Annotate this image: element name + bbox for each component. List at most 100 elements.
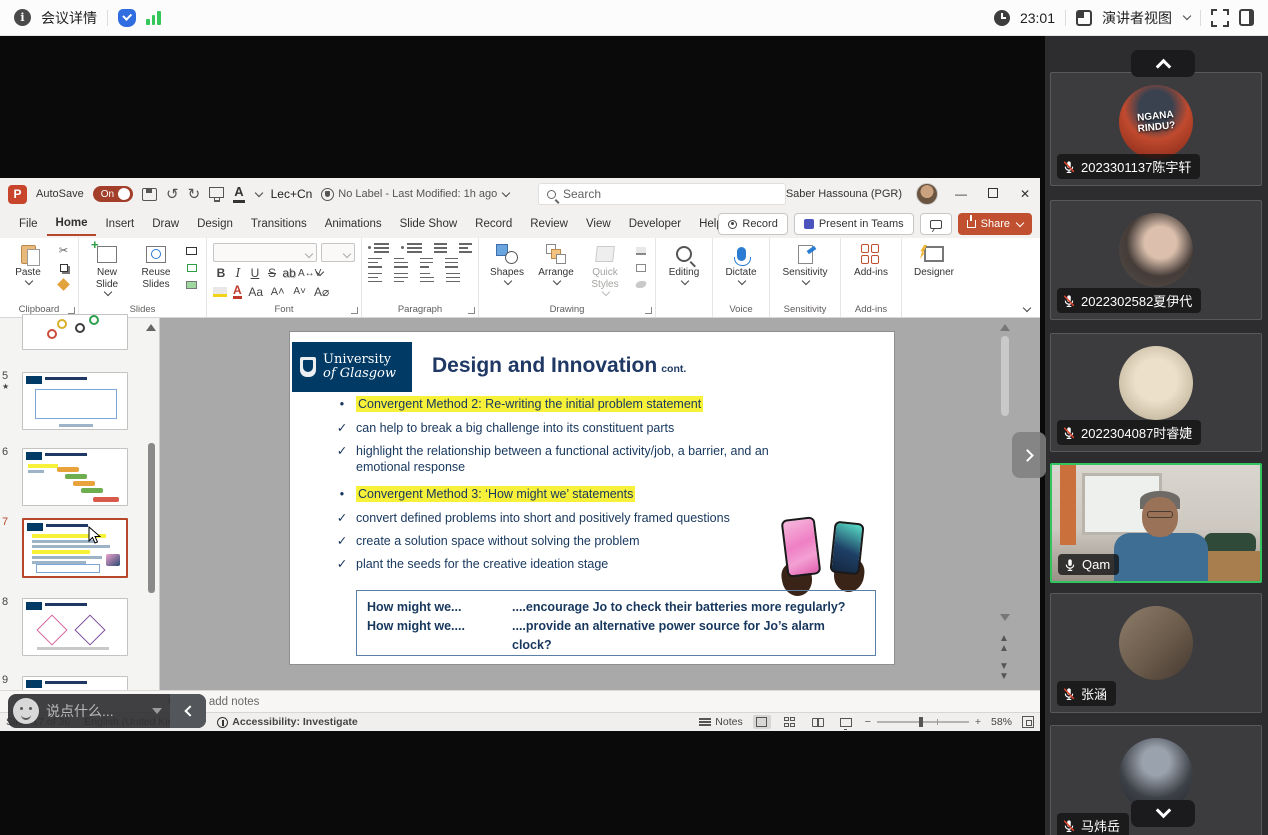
redo-icon[interactable]: ↻ xyxy=(188,187,201,202)
tab-animations[interactable]: Animations xyxy=(316,213,391,235)
qat-overflow-chevron-icon[interactable] xyxy=(254,188,262,196)
slide-sorter-view-button[interactable] xyxy=(781,715,799,729)
present-in-teams-button[interactable]: Present in Teams xyxy=(794,213,914,235)
sidebar-toggle-icon[interactable] xyxy=(1239,9,1254,26)
slide-thumbnail-partial[interactable] xyxy=(22,314,128,350)
paragraph-dialog-launcher[interactable] xyxy=(468,307,475,314)
arrange-button[interactable]: Arrange xyxy=(534,243,578,284)
font-dialog-launcher[interactable] xyxy=(351,307,358,314)
text-direction-button[interactable] xyxy=(420,258,433,268)
zoom-out-button[interactable]: − xyxy=(865,716,871,728)
undo-icon[interactable]: ↺ xyxy=(166,187,179,202)
participants-scroll-down-button[interactable] xyxy=(1131,800,1195,827)
tab-draw[interactable]: Draw xyxy=(143,213,188,235)
clipboard-dialog-launcher[interactable] xyxy=(68,307,75,314)
bullets-button[interactable] xyxy=(368,243,389,253)
text-shadow-button[interactable]: ab xyxy=(281,266,297,280)
slide-thumbnail-6[interactable] xyxy=(22,448,128,506)
font-name-select[interactable] xyxy=(213,243,317,262)
slide-layout-icon[interactable] xyxy=(183,243,200,258)
participant-tile[interactable]: 2022302582夏伊代 xyxy=(1050,200,1262,320)
participant-tile[interactable]: 张涵 xyxy=(1050,593,1262,713)
zoom-level[interactable]: 58% xyxy=(991,716,1012,728)
minimize-button[interactable]: — xyxy=(952,187,970,201)
tab-view[interactable]: View xyxy=(577,213,620,235)
dictate-button[interactable]: Dictate xyxy=(719,243,763,284)
quick-styles-button[interactable]: Quick Styles xyxy=(583,243,627,295)
format-painter-icon[interactable] xyxy=(55,277,72,292)
close-button[interactable]: ✕ xyxy=(1016,187,1034,201)
slide-thumbnail-5[interactable] xyxy=(22,372,128,430)
addins-button[interactable]: Add-ins xyxy=(847,243,895,279)
new-slide-button[interactable]: New Slide xyxy=(85,243,129,295)
drawing-dialog-launcher[interactable] xyxy=(645,307,652,314)
tab-developer[interactable]: Developer xyxy=(620,213,690,235)
network-signal-icon[interactable] xyxy=(146,11,161,25)
copy-icon[interactable] xyxy=(55,260,72,275)
change-case-button[interactable]: Aa xyxy=(248,285,264,299)
numbering-button[interactable] xyxy=(401,243,422,253)
align-left-button[interactable] xyxy=(368,273,382,283)
chat-dropdown-icon[interactable] xyxy=(152,708,162,714)
increase-indent-button[interactable] xyxy=(394,258,408,268)
tab-slideshow[interactable]: Slide Show xyxy=(391,213,467,235)
zoom-slider[interactable]: − + xyxy=(865,716,981,728)
panel-expand-button[interactable] xyxy=(1012,432,1046,478)
slide-scrollbar[interactable]: ▲▲ ▼▼ xyxy=(998,318,1012,690)
thumbnail-scroll-up-icon[interactable] xyxy=(146,322,156,331)
account-avatar[interactable] xyxy=(916,183,938,205)
tab-review[interactable]: Review xyxy=(521,213,577,235)
fit-slide-to-window-button[interactable] xyxy=(1022,716,1034,728)
tab-insert[interactable]: Insert xyxy=(96,213,143,235)
meeting-details-label[interactable]: 会议详情 xyxy=(41,8,97,28)
thumbnail-scrollbar[interactable] xyxy=(148,443,155,593)
slideshow-view-button[interactable] xyxy=(837,715,855,729)
designer-button[interactable]: Designer xyxy=(908,243,960,279)
tab-record[interactable]: Record xyxy=(466,213,521,235)
shape-fill-icon[interactable] xyxy=(632,243,649,258)
share-button[interactable]: Share xyxy=(958,213,1032,235)
chat-collapse-button[interactable] xyxy=(170,694,206,728)
shape-outline-icon[interactable] xyxy=(632,260,649,275)
maximize-button[interactable] xyxy=(984,187,1002,201)
normal-view-button[interactable] xyxy=(753,715,771,729)
tab-file[interactable]: File xyxy=(10,213,47,235)
sort-button[interactable] xyxy=(459,243,472,253)
decrease-indent-button[interactable] xyxy=(368,258,382,268)
character-spacing-button[interactable]: A↔V xyxy=(298,268,314,279)
reading-view-button[interactable] xyxy=(809,715,827,729)
next-slide-button[interactable]: ▼▼ xyxy=(999,662,1009,682)
columns-button[interactable] xyxy=(445,258,458,268)
strikethrough-button[interactable]: S xyxy=(264,266,280,280)
participant-tile[interactable]: NGANA RINDU? 2023301137陈宇轩 xyxy=(1050,72,1262,186)
align-center-button[interactable] xyxy=(394,273,408,283)
previous-slide-button[interactable]: ▲▲ xyxy=(999,634,1009,654)
collapse-ribbon-chevron-icon[interactable] xyxy=(1023,304,1031,312)
highlight-color-button[interactable] xyxy=(213,287,227,297)
save-icon[interactable] xyxy=(142,188,157,201)
italic-button[interactable]: I xyxy=(230,266,246,280)
tab-design[interactable]: Design xyxy=(188,213,242,235)
participant-tile-active-speaker[interactable]: Qam xyxy=(1050,463,1262,583)
clear-formatting-button[interactable]: A⌀ xyxy=(314,285,330,299)
account-name[interactable]: Saber Hassouna (PGR) xyxy=(786,188,902,200)
justify-button[interactable] xyxy=(446,273,460,283)
reset-slide-icon[interactable] xyxy=(183,260,200,275)
fullscreen-icon[interactable] xyxy=(1211,9,1229,27)
accessibility-status[interactable]: Accessibility: Investigate xyxy=(217,716,357,728)
paste-button[interactable]: Paste xyxy=(6,243,50,284)
font-color-button[interactable]: A xyxy=(233,284,242,299)
autosave-toggle[interactable]: On xyxy=(93,186,133,202)
reuse-slides-button[interactable]: Reuse Slides xyxy=(134,243,178,290)
zoom-in-button[interactable]: + xyxy=(975,716,981,728)
start-slideshow-icon[interactable] xyxy=(209,187,224,198)
tab-home[interactable]: Home xyxy=(47,212,97,236)
meeting-info-icon[interactable]: i xyxy=(14,9,31,26)
editing-button[interactable]: Editing xyxy=(662,243,706,284)
comments-button[interactable] xyxy=(920,213,952,235)
tab-transitions[interactable]: Transitions xyxy=(242,213,316,235)
shapes-button[interactable]: Shapes xyxy=(485,243,529,284)
underline-button[interactable]: U xyxy=(247,266,263,280)
scroll-down-icon[interactable] xyxy=(1000,614,1010,621)
zoom-slider-thumb[interactable] xyxy=(919,717,923,727)
